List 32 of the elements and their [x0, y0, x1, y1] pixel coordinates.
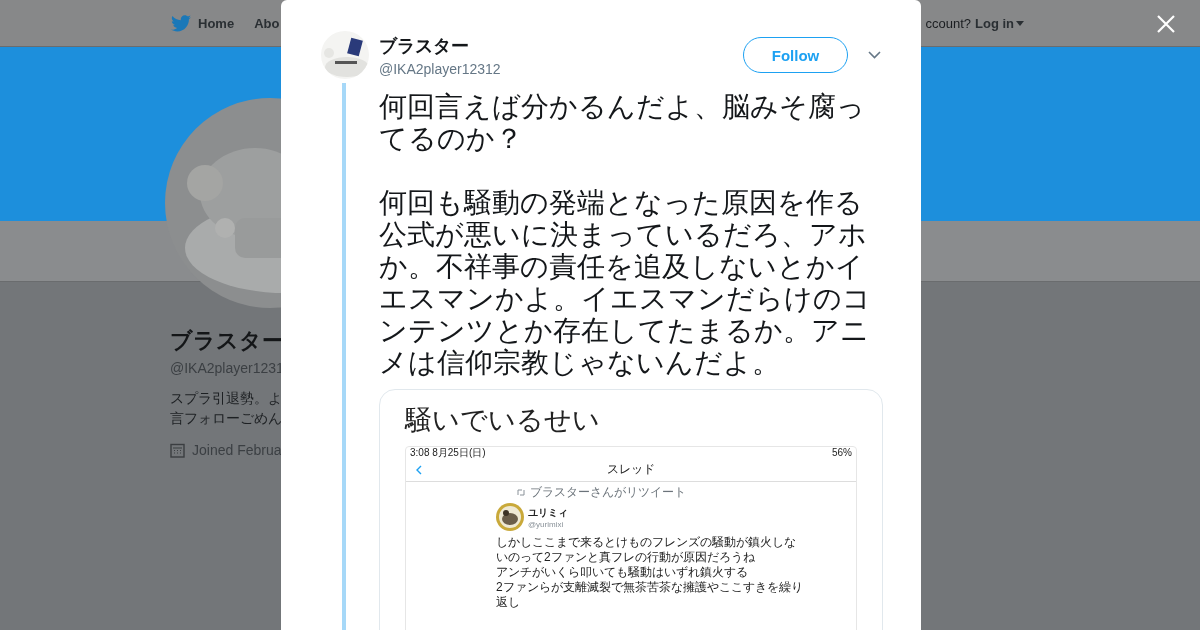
retweet-note: ブラスターさんがリツイート [530, 484, 686, 501]
profile-bio: スプラ引退勢。よ [170, 389, 283, 408]
joined-date: Joined Februa [192, 442, 282, 458]
account-prompt: ccount? [925, 15, 971, 31]
login-link[interactable]: Log in [975, 15, 1024, 31]
tweet-text-line: しかしここまで来るとけものフレンズの騒動が鎮火しな [496, 535, 797, 550]
calendar-icon [170, 442, 185, 458]
tweet-text: 何回言えば分かるんだよ、脳みそ腐ってるのか？ [379, 91, 866, 155]
back-icon[interactable] [416, 464, 422, 475]
tweet-text-line: アンチがいくら叩いても騒動はいずれ鎮火する [496, 565, 749, 580]
status-time: 3:08 8月25日(日) [410, 447, 486, 459]
chevron-down-icon[interactable] [868, 51, 881, 59]
tweet-text: 何回も騒動の発端となった原因を作る公式が悪いに決まっているだろ、アホか。不祥事の責任を追及しないとかイエスマンかよ。イエスマンだらけのコンテンツとか存在してたまるか。アニメは信仰宗教じゃないんだよ。 [379, 187, 872, 379]
tweet-text-line: いのって2ファンと真フレの行動が原因だろうね [496, 550, 756, 565]
follow-button[interactable]: Follow [743, 37, 848, 73]
profile-handle: @IKA2player1231 [170, 360, 284, 376]
profile-bio: 言フォローごめん [170, 409, 283, 428]
nav-link[interactable]: Home [171, 14, 235, 32]
tweet-text-line: 返し [496, 595, 521, 610]
bird-icon [171, 14, 191, 32]
author-name: ブラスター [379, 34, 470, 58]
caret-icon [1016, 20, 1024, 26]
retweet-icon [516, 489, 526, 496]
tweet-text-line: 2ファンらが支離滅裂で無茶苦茶な擁護やここすきを繰り [496, 580, 804, 595]
screen-title: スレッド [607, 461, 655, 478]
close-icon[interactable] [1157, 15, 1175, 33]
user-name: ユリミィ [528, 505, 568, 520]
user-handle: @yurimixi [528, 519, 565, 529]
battery-level: 56% [832, 447, 852, 459]
image-text: 騒いでいるせい [405, 404, 601, 436]
author-handle: @IKA2player12312 [379, 60, 502, 77]
nav-link[interactable]: Abo [254, 14, 280, 32]
